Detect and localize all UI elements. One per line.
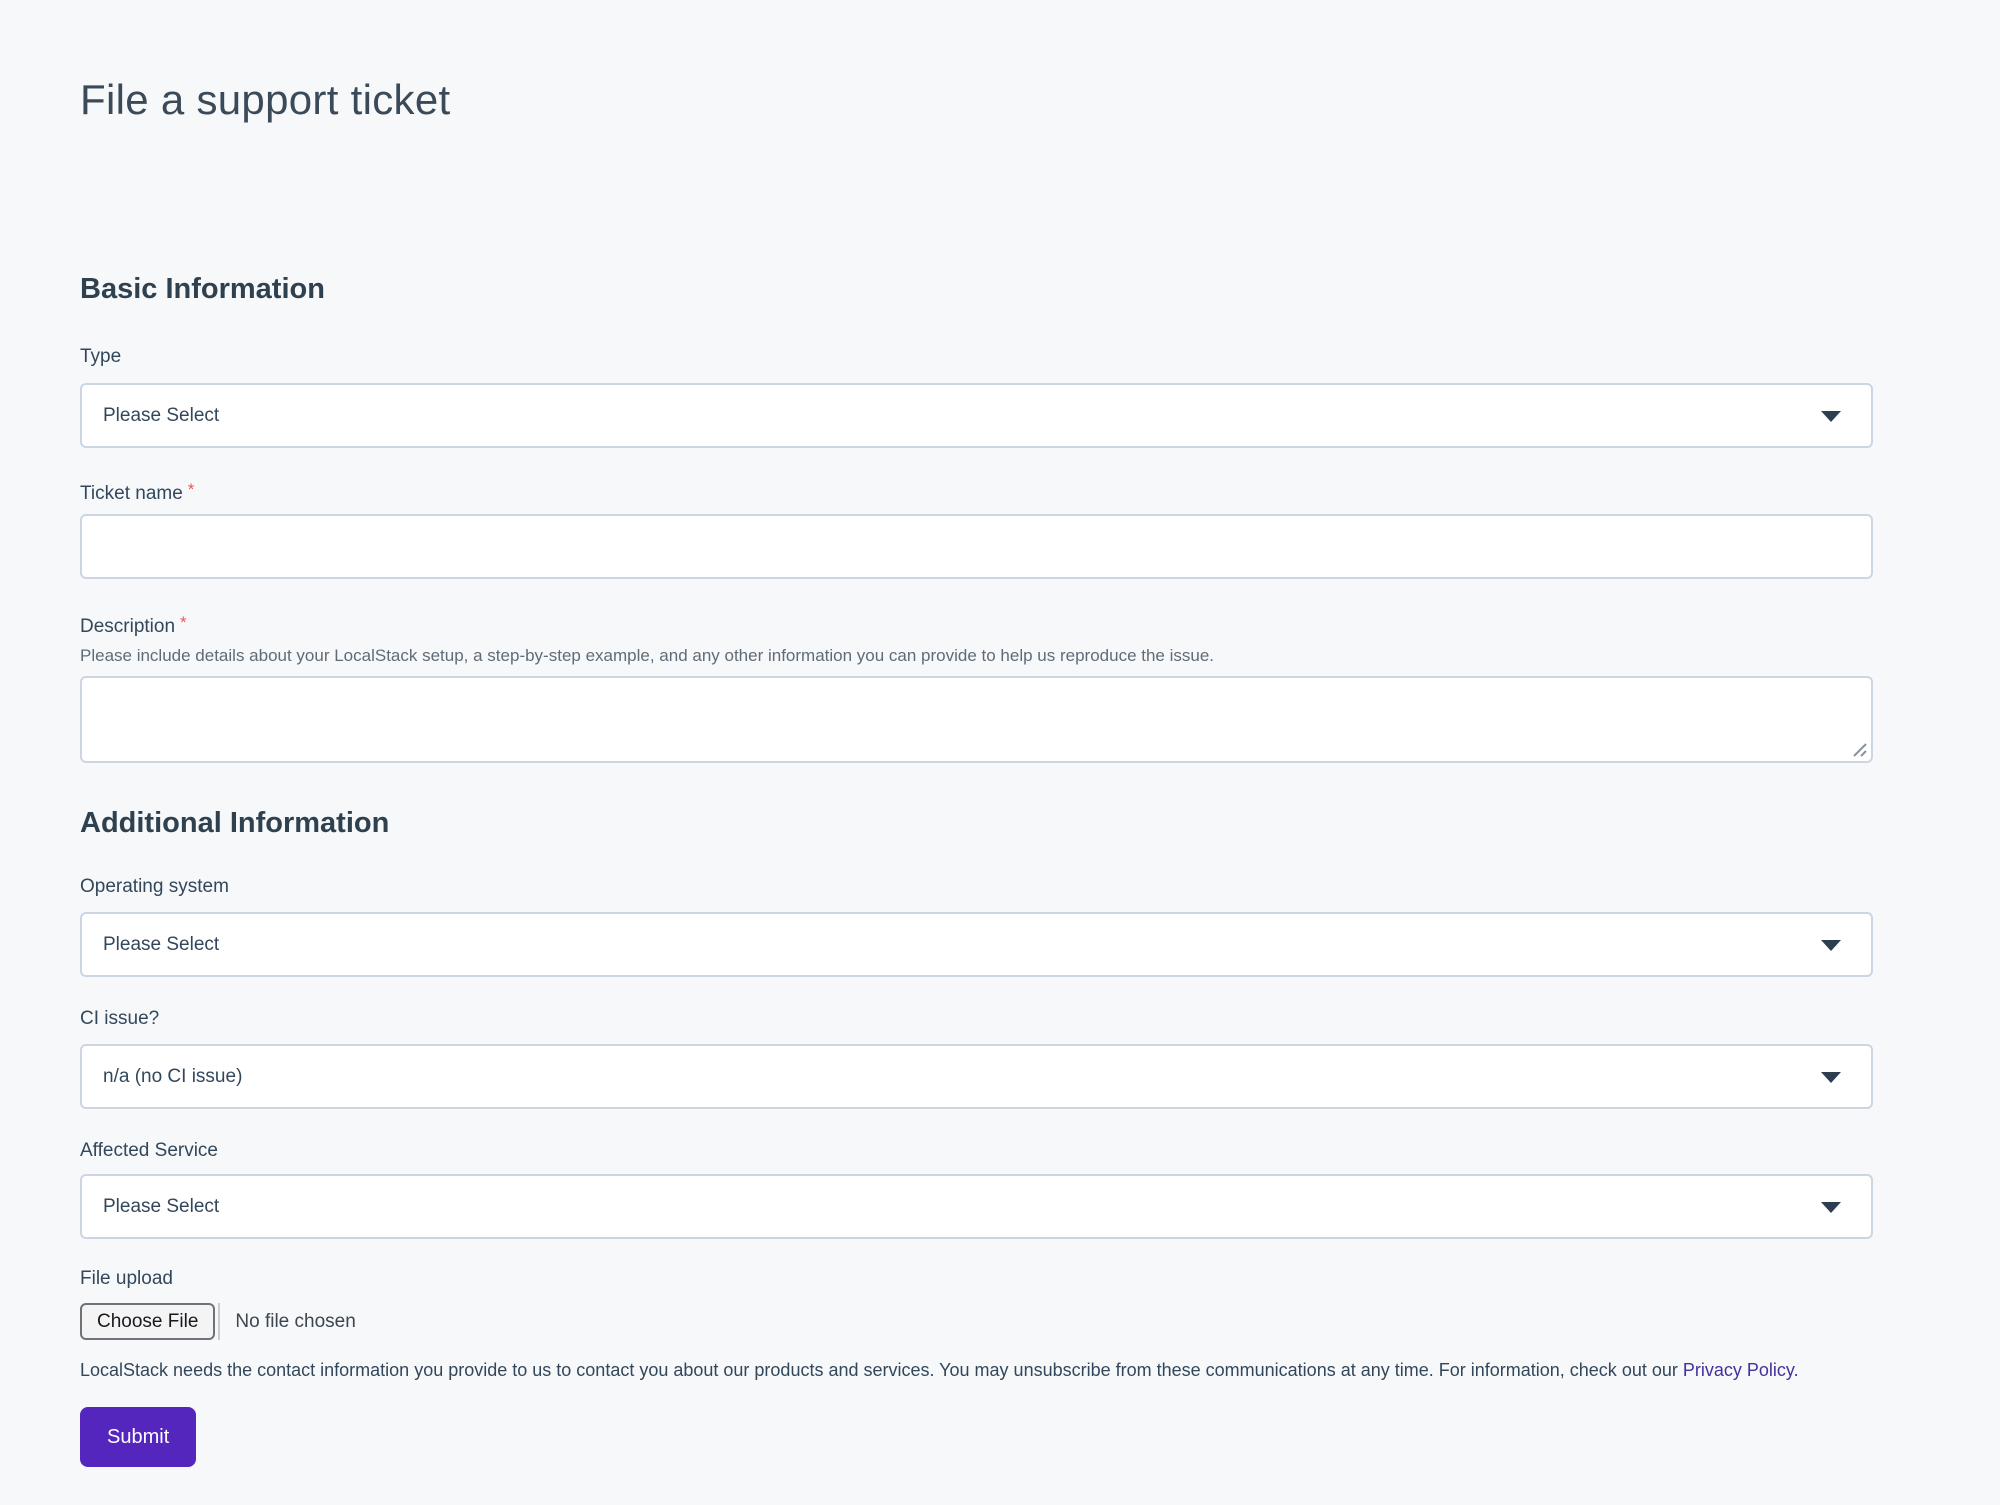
privacy-notice: LocalStack needs the contact information…: [80, 1359, 1873, 1381]
affected-service-select-value: Please Select: [103, 1196, 219, 1218]
file-upload-label: File upload: [80, 1267, 1873, 1290]
description-help-text: Please include details about your LocalS…: [80, 645, 1873, 666]
page-title: File a support ticket: [80, 0, 1873, 124]
operating-system-label: Operating system: [80, 875, 1873, 898]
privacy-notice-suffix: .: [1794, 1360, 1799, 1380]
form-content: File a support ticket Basic Information …: [80, 0, 1873, 1467]
choose-file-button[interactable]: Choose File: [80, 1303, 215, 1340]
ci-issue-label: CI issue?: [80, 1007, 1873, 1030]
privacy-notice-text: LocalStack needs the contact information…: [80, 1360, 1683, 1380]
privacy-policy-link[interactable]: Privacy Policy: [1683, 1360, 1794, 1380]
support-ticket-page: File a support ticket Basic Information …: [0, 0, 2000, 1505]
type-select-value: Please Select: [103, 405, 219, 427]
description-label: Description *: [80, 611, 1873, 638]
resize-handle-icon[interactable]: [1846, 736, 1868, 758]
ticket-name-label-text: Ticket name: [80, 483, 183, 504]
dropdown-arrow-icon: [1821, 940, 1841, 951]
dropdown-arrow-icon: [1821, 1072, 1841, 1083]
section-heading-basic-information: Basic Information: [80, 272, 1873, 306]
file-input-divider: [218, 1303, 220, 1340]
section-heading-additional-information: Additional Information: [80, 806, 1873, 840]
ticket-name-input[interactable]: [80, 514, 1873, 579]
ticket-name-label: Ticket name *: [80, 478, 1873, 505]
operating-system-select[interactable]: Please Select: [80, 912, 1873, 977]
affected-service-select[interactable]: Please Select: [80, 1174, 1873, 1239]
type-select[interactable]: Please Select: [80, 383, 1873, 448]
file-upload-control: Choose File No file chosen: [80, 1303, 1873, 1340]
operating-system-select-value: Please Select: [103, 934, 219, 956]
file-chosen-status: No file chosen: [235, 1311, 355, 1333]
ci-issue-select[interactable]: n/a (no CI issue): [80, 1044, 1873, 1109]
dropdown-arrow-icon: [1821, 411, 1841, 422]
description-label-text: Description: [80, 616, 175, 637]
dropdown-arrow-icon: [1821, 1202, 1841, 1213]
submit-button[interactable]: Submit: [80, 1407, 196, 1467]
required-asterisk: *: [188, 480, 195, 499]
type-label: Type: [80, 345, 1873, 368]
affected-service-label: Affected Service: [80, 1139, 1873, 1162]
required-asterisk: *: [180, 613, 187, 632]
ci-issue-select-value: n/a (no CI issue): [103, 1066, 242, 1088]
description-textarea[interactable]: [80, 676, 1873, 763]
